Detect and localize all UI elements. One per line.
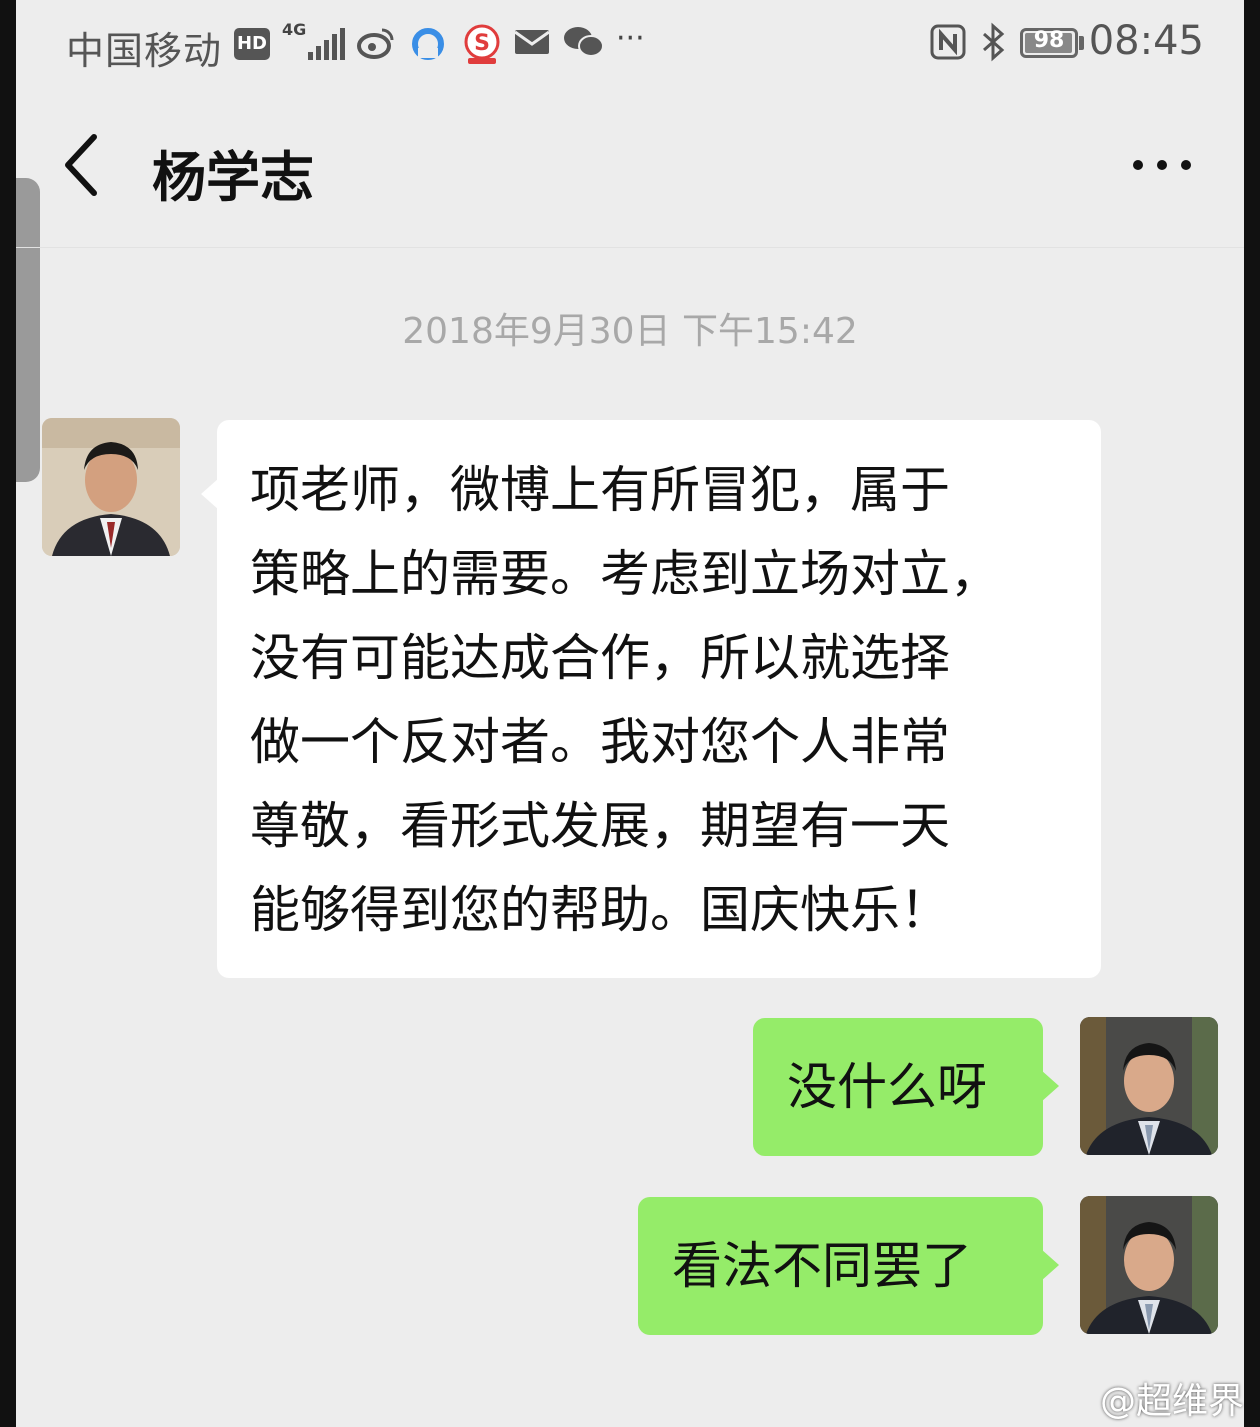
message-line: 策略上的需要。考虑到立场对立， bbox=[250, 545, 1000, 603]
signal-icon bbox=[302, 26, 346, 62]
battery-icon: 98 bbox=[1020, 28, 1078, 58]
more-options-button[interactable] bbox=[1128, 145, 1198, 185]
back-button[interactable] bbox=[52, 125, 112, 205]
carrier-label: 中国移动 bbox=[66, 29, 223, 73]
my-avatar[interactable] bbox=[1080, 1017, 1218, 1155]
battery-cap bbox=[1079, 36, 1084, 50]
outgoing-message-bubble[interactable]: 看法不同罢了 bbox=[638, 1197, 1059, 1335]
incoming-message-bubble[interactable]: 项老师，微博上有所冒犯，属于 策略上的需要。考虑到立场对立， 没有可能达成合作，… bbox=[201, 420, 1101, 978]
message-line: 能够得到您的帮助。国庆快乐！ bbox=[250, 881, 950, 939]
more-notifications-icon: ··· bbox=[616, 21, 645, 56]
wechat-icon bbox=[562, 22, 606, 64]
app-s-icon: S bbox=[460, 22, 504, 64]
weibo-watermark: @超维界 bbox=[1099, 1381, 1244, 1422]
message-timestamp: 2018年9月30日 下午15:42 bbox=[402, 311, 858, 352]
status-bar: 中国移动 HD 4G S ··· 98 08:45 bbox=[16, 0, 1244, 90]
bluetooth-icon bbox=[978, 22, 1008, 64]
nfc-icon bbox=[928, 22, 968, 64]
chat-title: 杨学志 bbox=[152, 146, 314, 209]
browser-icon bbox=[408, 22, 448, 64]
outgoing-message-bubble[interactable]: 没什么呀 bbox=[753, 1018, 1059, 1156]
hd-badge: HD bbox=[234, 28, 270, 60]
chevron-left-icon bbox=[65, 134, 97, 196]
phone-screen: 中国移动 HD 4G S ··· 98 08:45 杨学志 2018年9月30日… bbox=[16, 0, 1244, 1427]
message-line: 尊敬，看形式发展，期望有一天 bbox=[250, 797, 950, 855]
weibo-icon bbox=[356, 22, 396, 64]
contact-avatar[interactable] bbox=[42, 418, 180, 556]
battery-percent: 98 bbox=[1033, 28, 1065, 53]
message-line: 做一个反对者。我对您个人非常 bbox=[250, 713, 950, 771]
my-avatar[interactable] bbox=[1080, 1196, 1218, 1334]
message-text: 看法不同罢了 bbox=[672, 1237, 972, 1295]
chat-header: 杨学志 bbox=[16, 95, 1244, 248]
message-line: 项老师，微博上有所冒犯，属于 bbox=[250, 461, 950, 519]
mail-icon bbox=[512, 22, 552, 64]
message-text: 没什么呀 bbox=[787, 1058, 987, 1116]
message-line: 没有可能达成合作，所以就选择 bbox=[250, 629, 950, 687]
clock: 08:45 bbox=[1088, 18, 1204, 64]
more-dots-icon bbox=[1133, 160, 1191, 170]
svg-text:S: S bbox=[474, 31, 490, 56]
